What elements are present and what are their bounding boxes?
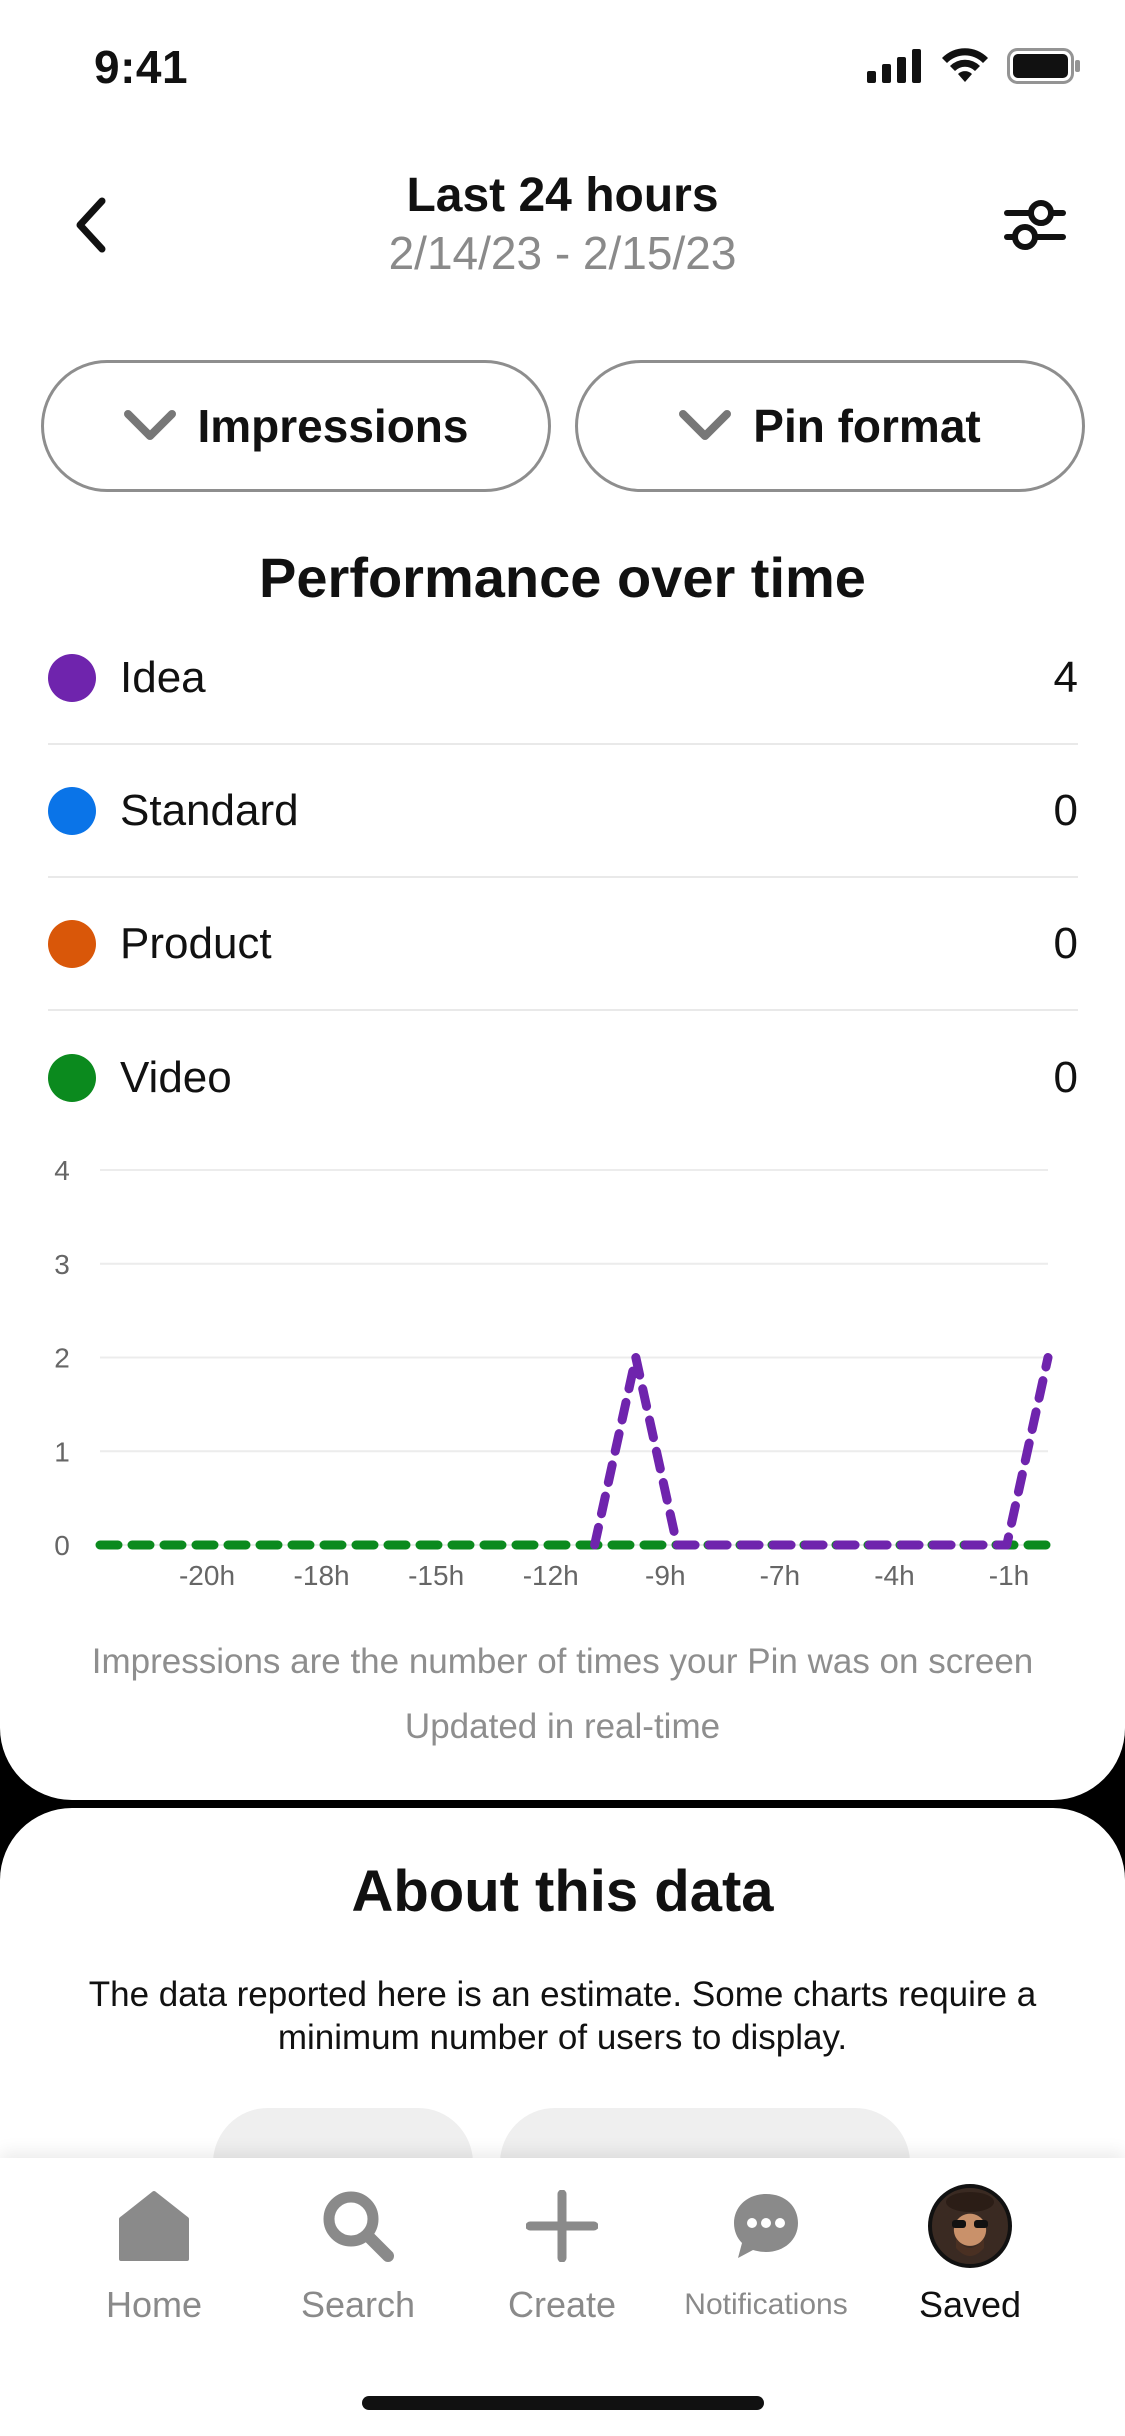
y-tick-label: 3 — [54, 1249, 70, 1280]
plus-icon — [526, 2178, 598, 2274]
format-dropdown-label: Pin format — [753, 400, 981, 452]
format-dropdown[interactable]: Pin format — [575, 360, 1085, 492]
header: Last 24 hours 2/14/23 - 2/15/23 — [0, 160, 1125, 300]
tab-label: Notifications — [684, 2288, 848, 2321]
x-tick-label: -1h — [989, 1560, 1029, 1591]
tab-label: Search — [300, 2284, 416, 2325]
x-tick-label: -12h — [523, 1560, 579, 1591]
legend-label: Idea — [120, 652, 206, 702]
avatar — [928, 2184, 1012, 2268]
legend-item-idea[interactable]: Idea 4 — [48, 612, 1078, 745]
legend-label: Video — [120, 1052, 232, 1102]
y-tick-label: 2 — [54, 1343, 70, 1374]
metric-dropdown[interactable]: Impressions — [41, 360, 551, 492]
updated-note: Updated in real-time — [404, 1707, 721, 1746]
tab-home[interactable]: Home — [54, 2178, 254, 2326]
legend-item-product[interactable]: Product 0 — [48, 878, 1078, 1011]
home-indicator — [362, 2396, 764, 2410]
legend-dot — [48, 1053, 96, 1102]
home-icon — [117, 2178, 191, 2274]
x-tick-label: -9h — [645, 1560, 685, 1591]
analytics-card: 9:41 Last 24 hours 2/14/23 - 2/15/23 Imp… — [0, 0, 1125, 1800]
y-tick-label: 1 — [54, 1436, 70, 1467]
status-icons — [867, 48, 1081, 84]
legend-item-standard[interactable]: Standard 0 — [48, 745, 1078, 878]
tab-search[interactable]: Search — [258, 2178, 458, 2326]
chevron-down-icon — [123, 410, 176, 440]
legend-dot — [48, 653, 96, 702]
x-tick-label: -18h — [294, 1560, 350, 1591]
tab-label: Home — [105, 2284, 203, 2325]
about-text: The data reported here is an estimate. S… — [88, 1975, 1037, 2057]
legend-value: 4 — [1053, 652, 1078, 702]
legend-label: Product — [120, 918, 272, 968]
sliders-icon — [1004, 200, 1066, 250]
status-bar: 9:41 — [0, 0, 1125, 140]
x-tick-label: -20h — [179, 1560, 235, 1591]
date-range: 2/14/23 - 2/15/23 — [388, 227, 737, 279]
metric-dropdown-label: Impressions — [197, 400, 469, 452]
battery-icon — [1007, 48, 1080, 84]
chevron-down-icon — [679, 410, 732, 440]
x-tick-label: -4h — [874, 1560, 914, 1591]
legend-value: 0 — [1053, 785, 1078, 835]
legend-item-video[interactable]: Video 0 — [48, 1011, 1078, 1144]
legend-dot — [48, 919, 96, 968]
y-tick-label: 0 — [54, 1530, 70, 1561]
legend-value: 0 — [1053, 918, 1078, 968]
tab-saved[interactable]: Saved — [870, 2178, 1070, 2326]
status-time: 9:41 — [94, 41, 189, 93]
avatar-wrap — [928, 2178, 1012, 2274]
tab-label: Saved — [918, 2284, 1022, 2325]
section-title: Performance over time — [259, 546, 866, 609]
search-icon — [320, 2178, 396, 2274]
legend-list: Idea 4 Standard 0 Product 0 Video 0 — [48, 612, 1078, 1144]
filter-button[interactable] — [1000, 190, 1070, 260]
tab-notifications[interactable]: Notifications — [666, 2178, 866, 2322]
impressions-footnote: Impressions are the number of times your… — [91, 1642, 1034, 1681]
y-tick-label: 4 — [54, 1155, 70, 1186]
legend-value: 0 — [1053, 1052, 1078, 1102]
x-tick-label: -15h — [408, 1560, 464, 1591]
tab-label: Create — [507, 2284, 617, 2325]
legend-label: Standard — [120, 785, 299, 835]
tab-bar: Home Search Create Notifications Saved — [0, 2158, 1125, 2436]
chat-icon — [730, 2178, 802, 2274]
signal-icon — [867, 49, 921, 83]
about-title: About this data — [351, 1859, 774, 1924]
legend-dot — [48, 786, 96, 835]
tab-create[interactable]: Create — [462, 2178, 662, 2326]
page-title: Last 24 hours — [406, 169, 719, 222]
performance-chart: 0 1 2 3 4 -20h -18h -15h -12h -9h -7h -4h -1h — [54, 1155, 1053, 1591]
wifi-icon — [942, 48, 988, 82]
x-tick-label: -7h — [760, 1560, 800, 1591]
